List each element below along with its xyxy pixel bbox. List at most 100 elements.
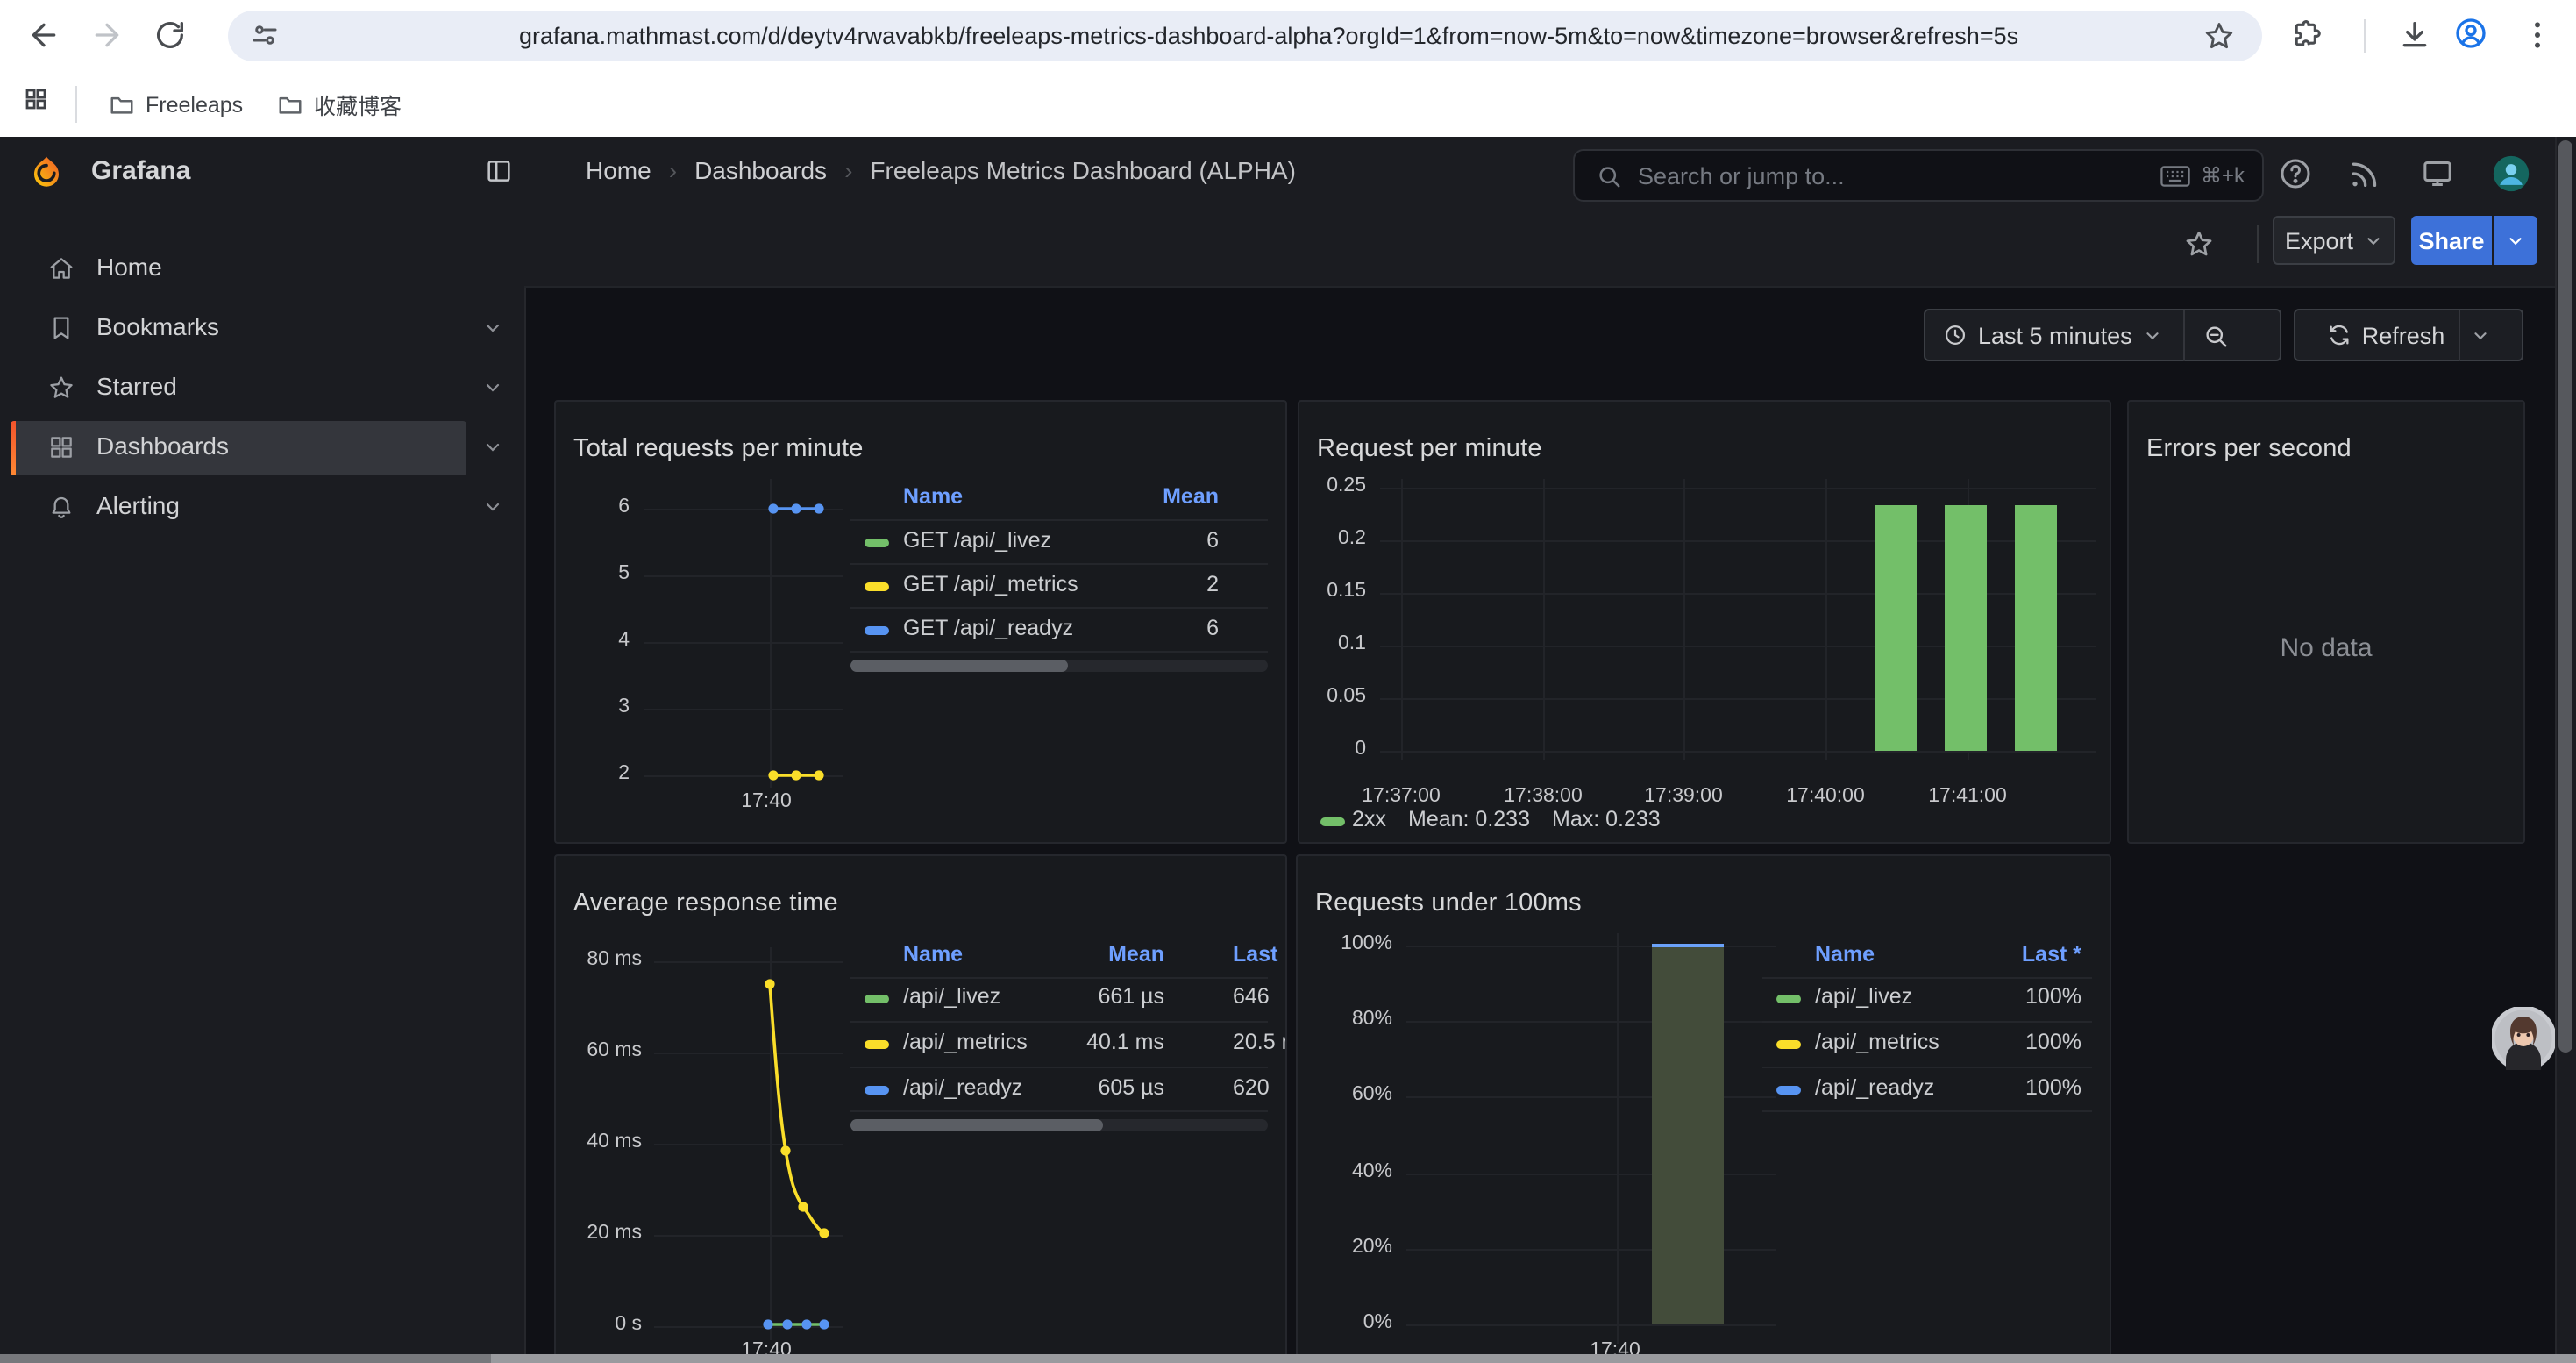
bookmark-star-icon[interactable] (2202, 19, 2236, 53)
chevron-down-icon[interactable] (482, 496, 503, 517)
menu-dots-icon[interactable] (2520, 18, 2555, 53)
grid-line-h (1380, 646, 2096, 647)
legend-value: 40.1 ms (971, 1030, 1164, 1054)
legend-scrollbar-thumb[interactable] (850, 1119, 1103, 1131)
bar[interactable] (1875, 505, 1917, 751)
legend-divider (850, 563, 1268, 565)
rss-icon[interactable] (2346, 156, 2381, 191)
sidebar-item-bookmarks[interactable]: Bookmarks (0, 298, 524, 358)
bottom-scrollbar-thumb[interactable] (491, 1354, 2576, 1363)
refresh-button[interactable]: Refresh (2294, 309, 2523, 361)
url-text[interactable]: grafana.mathmast.com/d/deytv4rwavabkb/fr… (519, 23, 2018, 49)
forward-icon[interactable] (89, 18, 125, 53)
legend-pill[interactable] (865, 1085, 889, 1094)
legend-header-name[interactable]: Name (903, 484, 963, 509)
data-point (798, 1202, 808, 1211)
legend-header[interactable]: Last (1233, 942, 1287, 967)
panel-title[interactable]: Requests under 100ms (1315, 889, 1582, 917)
bookmarks-bar: Freeleaps 收藏博客 (0, 72, 2576, 137)
legend-pill[interactable] (865, 582, 889, 590)
share-dropdown-button[interactable] (2494, 216, 2537, 265)
legend-pill[interactable] (865, 538, 889, 546)
downloads-icon[interactable] (2397, 18, 2432, 53)
panel-title[interactable]: Errors per second (2146, 435, 2352, 463)
y-tick-label: 80 ms (587, 949, 642, 970)
panel-title[interactable]: Total requests per minute (573, 435, 864, 463)
legend-pill[interactable] (1320, 817, 1345, 826)
chevron-down-icon[interactable] (482, 377, 503, 398)
y-tick-label: 40% (1352, 1161, 1392, 1182)
no-data-message: No data (2129, 633, 2523, 663)
legend-header[interactable]: Mean (1026, 484, 1219, 509)
sidebar-item-home[interactable]: Home (0, 239, 524, 298)
grid-line-v (1683, 479, 1685, 760)
export-button[interactable]: Export (2273, 216, 2395, 265)
grid-line-h (1380, 593, 2096, 595)
legend-pill[interactable] (1776, 1039, 1801, 1048)
legend-pill[interactable] (1776, 994, 1801, 1003)
grafana-logo[interactable] (28, 154, 65, 191)
time-range-picker[interactable]: Last 5 minutes (1924, 309, 2281, 361)
extensions-icon[interactable] (2290, 18, 2325, 53)
chevron-down-icon[interactable] (482, 437, 503, 458)
legend-pill[interactable] (865, 1039, 889, 1048)
sidebar-toggle-icon[interactable] (484, 156, 514, 186)
apps-grid-icon[interactable] (23, 86, 49, 112)
legend-header[interactable]: Mean (971, 942, 1164, 967)
breadcrumb-dashboards[interactable]: Dashboards (694, 156, 827, 184)
profile-icon[interactable] (2453, 16, 2488, 51)
grid-line-h (1380, 698, 2096, 700)
legend-divider (1762, 977, 2092, 979)
legend-value: 100% (1889, 1075, 2081, 1100)
favorite-star-icon[interactable] (2183, 228, 2215, 260)
grid-line-v (1825, 479, 1827, 760)
floating-assistant-avatar[interactable] (2492, 1007, 2555, 1070)
monitor-icon[interactable] (2420, 156, 2455, 191)
panel-title[interactable]: Request per minute (1317, 435, 1542, 463)
sidebar-item-dashboards[interactable]: Dashboards (0, 417, 524, 477)
y-tick-label: 3 (618, 696, 630, 717)
legend-pill[interactable] (865, 625, 889, 634)
y-tick-label: 0.2 (1338, 528, 1366, 549)
share-button[interactable]: Share (2411, 216, 2492, 265)
sidebar-item-alerting[interactable]: Alerting (0, 477, 524, 537)
reload-icon[interactable] (153, 18, 188, 53)
legend-scrollbar-thumb[interactable] (850, 660, 1068, 672)
panel-title[interactable]: Average response time (573, 889, 838, 917)
breadcrumb-home[interactable]: Home (586, 156, 651, 184)
sidebar-item-starred[interactable]: Starred (0, 358, 524, 417)
chevron-down-icon[interactable] (482, 318, 503, 339)
address-bar[interactable]: grafana.mathmast.com/d/deytv4rwavabkb/fr… (228, 11, 2262, 61)
legend-divider (850, 519, 1268, 521)
search-shortcut: ⌘+k (2160, 163, 2245, 188)
clock-icon (1943, 323, 1968, 347)
back-icon[interactable] (26, 18, 61, 53)
legend-header[interactable]: Last * (1889, 942, 2081, 967)
bar[interactable] (1652, 946, 1724, 1324)
legend-divider (1762, 1110, 2092, 1112)
series-layer (1299, 402, 2111, 844)
legend-header-name[interactable]: Name (903, 942, 963, 967)
zoom-out-icon[interactable] (2202, 322, 2229, 348)
bar[interactable] (2015, 505, 2057, 751)
brand-label[interactable]: Grafana (91, 156, 190, 186)
legend-series-name[interactable]: 2xx (1352, 807, 1386, 831)
sidebar-item-label: Dashboards (96, 432, 229, 460)
bookmark-folder-freeleaps[interactable]: Freeleaps (109, 86, 243, 123)
search-input[interactable]: Search or jump to... ⌘+k (1573, 149, 2264, 202)
help-icon[interactable] (2278, 156, 2313, 191)
legend-header-name[interactable]: Name (1815, 942, 1875, 967)
home-icon (47, 254, 75, 282)
user-avatar[interactable] (2492, 154, 2530, 193)
y-tick-label: 40 ms (587, 1131, 642, 1152)
folder-icon (277, 91, 303, 118)
bar[interactable] (1945, 505, 1987, 751)
page-scrollbar-thumb[interactable] (2558, 140, 2572, 1053)
bookmark-folder-blogs[interactable]: 收藏博客 (277, 86, 402, 123)
y-tick-label: 20% (1352, 1237, 1392, 1258)
tune-icon[interactable] (249, 19, 281, 51)
legend-pill[interactable] (865, 994, 889, 1003)
legend-pill[interactable] (1776, 1085, 1801, 1094)
panel-average-response-time: Average response time 80 ms60 ms40 ms20 … (554, 854, 1287, 1363)
legend-value: 100% (1889, 1030, 2081, 1054)
